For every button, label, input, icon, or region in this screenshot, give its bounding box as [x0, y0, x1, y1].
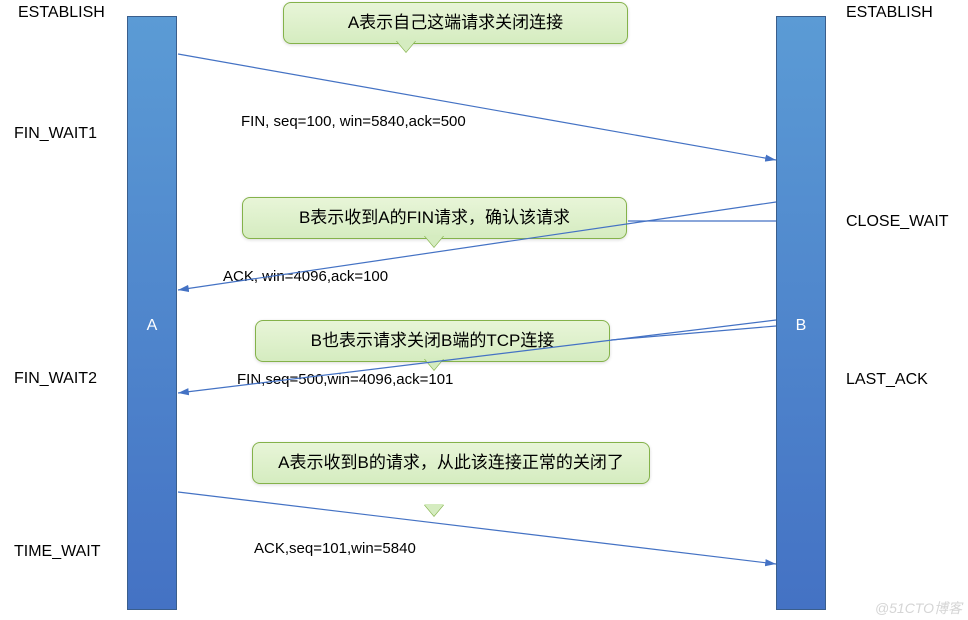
callout-b-fin: B也表示请求关闭B端的TCP连接 [255, 320, 610, 362]
connector-c3-to-b [611, 326, 776, 340]
callout-a-fin-text: A表示自己这端请求关闭连接 [348, 13, 563, 32]
state-a-time-wait: TIME_WAIT [14, 543, 101, 561]
timeline-bar-a: A [127, 16, 177, 610]
bar-a-label: A [128, 317, 176, 335]
packet-3-label: FIN,seq=500,win=4096,ack=101 [237, 371, 453, 388]
state-a-fin-wait1: FIN_WAIT1 [14, 125, 97, 143]
packet-2-label: ACK, win=4096,ack=100 [223, 268, 388, 285]
state-a-establish: ESTABLISH [18, 4, 105, 22]
callout-b-ack-fin: B表示收到A的FIN请求，确认该请求 [242, 197, 627, 239]
callout-a-ack-text: A表示收到B的请求，从此该连接正常的关闭了 [278, 453, 624, 472]
watermark: @51CTO博客 [875, 598, 962, 618]
packet-1-label: FIN, seq=100, win=5840,ack=500 [241, 113, 466, 130]
callout-a-fin-tail [396, 40, 416, 52]
callout-b-fin-tail [424, 358, 444, 370]
state-b-close-wait: CLOSE_WAIT [846, 213, 949, 231]
diagram-canvas: ESTABLISH FIN_WAIT1 FIN_WAIT2 TIME_WAIT … [0, 0, 968, 620]
state-b-last-ack: LAST_ACK [846, 371, 928, 389]
packet-4-label: ACK,seq=101,win=5840 [254, 540, 416, 557]
callout-a-ack: A表示收到B的请求，从此该连接正常的关闭了 [252, 442, 650, 484]
callout-b-ack-fin-tail [424, 235, 444, 247]
callout-b-ack-fin-text: B表示收到A的FIN请求，确认该请求 [299, 208, 570, 227]
timeline-bar-b: B [776, 16, 826, 610]
callout-b-fin-text: B也表示请求关闭B端的TCP连接 [311, 331, 555, 350]
arrow-a-to-b-fin [178, 54, 776, 160]
state-a-fin-wait2: FIN_WAIT2 [14, 370, 97, 388]
state-b-establish: ESTABLISH [846, 4, 933, 22]
callout-a-fin: A表示自己这端请求关闭连接 [283, 2, 628, 44]
bar-b-label: B [777, 317, 825, 335]
callout-a-ack-tail [424, 504, 444, 516]
